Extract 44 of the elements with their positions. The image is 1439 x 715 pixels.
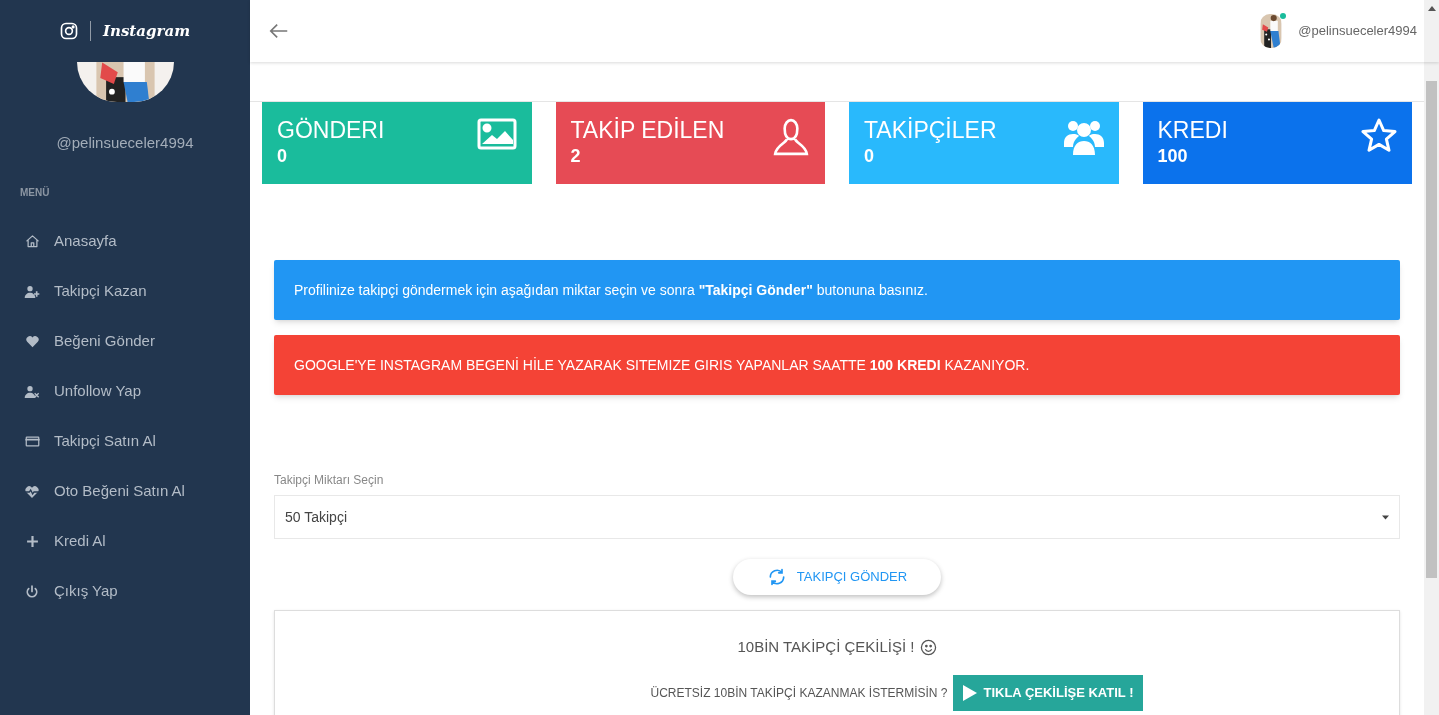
sidebar-menu-item[interactable]: Kredi Al <box>0 516 250 567</box>
stat-value: 0 <box>864 145 875 168</box>
stat-title: KREDI <box>1157 116 1228 144</box>
sidebar-menu-item[interactable]: Çıkış Yap <box>0 566 250 617</box>
alert-banner: Profilinize takipçi göndermek için aşağıdan miktar seçin ve sonra "Takipçi Gönder" butonuna basınız. <box>274 260 1400 320</box>
alert-banner: GOOGLE'YE INSTAGRAM BEGENİ HİLE YAZARAK SITEMIZE GIRIS YAPANLAR SAATTE 100 KREDI KAZANIYOR. <box>274 335 1400 395</box>
stat-title: GÖNDERI <box>277 116 385 144</box>
sidebar-username: @pelinsueceler4994 <box>56 133 194 153</box>
sidebar-menu-item[interactable]: Takipçi Satın Al <box>0 416 250 467</box>
smiley-icon <box>919 638 937 656</box>
image-icon <box>476 118 517 150</box>
logo-text: Instagram <box>103 20 190 42</box>
sidebar-menu-item[interactable]: Oto Beğeni Satın Al <box>0 466 250 517</box>
users-icon <box>1063 118 1104 156</box>
stat-value: 100 <box>1157 145 1189 168</box>
caret-icon <box>1382 514 1389 520</box>
scroll-up-arrow-icon[interactable] <box>1427 6 1436 11</box>
instagram-logo-icon[interactable] <box>60 22 78 40</box>
header-username: @pelinsueceler4994 <box>1298 22 1417 41</box>
stat-value: 2 <box>570 145 582 168</box>
heartbeat-icon <box>24 483 40 500</box>
star-icon <box>1361 118 1397 154</box>
scrollbar[interactable] <box>1424 0 1439 715</box>
sidebar-menu-item[interactable]: Anasayfa <box>0 216 250 267</box>
user-plus-icon <box>24 283 40 300</box>
sidebar-menu-item[interactable]: Beğeni Gönder <box>0 316 250 367</box>
sidebar-menu-item[interactable]: Unfollow Yap <box>0 366 250 417</box>
field-label: Takipçi Miktarı Seçin <box>274 472 385 489</box>
giveaway-title: 10BİN TAKİPÇİ ÇEKİLİŞİ ! <box>737 637 915 657</box>
home-icon <box>24 233 40 250</box>
amount-select[interactable]: 50 Takipçi <box>274 495 1400 539</box>
sidebar-menu-item[interactable]: Takipçi Kazan <box>0 266 250 317</box>
user-remove-icon <box>24 383 40 400</box>
plus-icon <box>24 533 40 550</box>
heart-icon <box>24 333 40 350</box>
giveaway-question: ÜCRETSİZ 10BİN TAKİPÇİ KAZANMAK İSTERMİSİN ? <box>650 684 948 702</box>
play-icon <box>963 684 978 701</box>
stat-value: 0 <box>277 145 288 168</box>
stat-title: TAKİP EDİLEN <box>570 116 725 144</box>
credit-card-icon <box>24 433 40 450</box>
power-icon <box>24 583 40 600</box>
menu-heading: MENÜ <box>20 186 50 198</box>
user-icon <box>772 118 810 156</box>
stat-title: TAKİPÇİLER <box>864 116 997 144</box>
